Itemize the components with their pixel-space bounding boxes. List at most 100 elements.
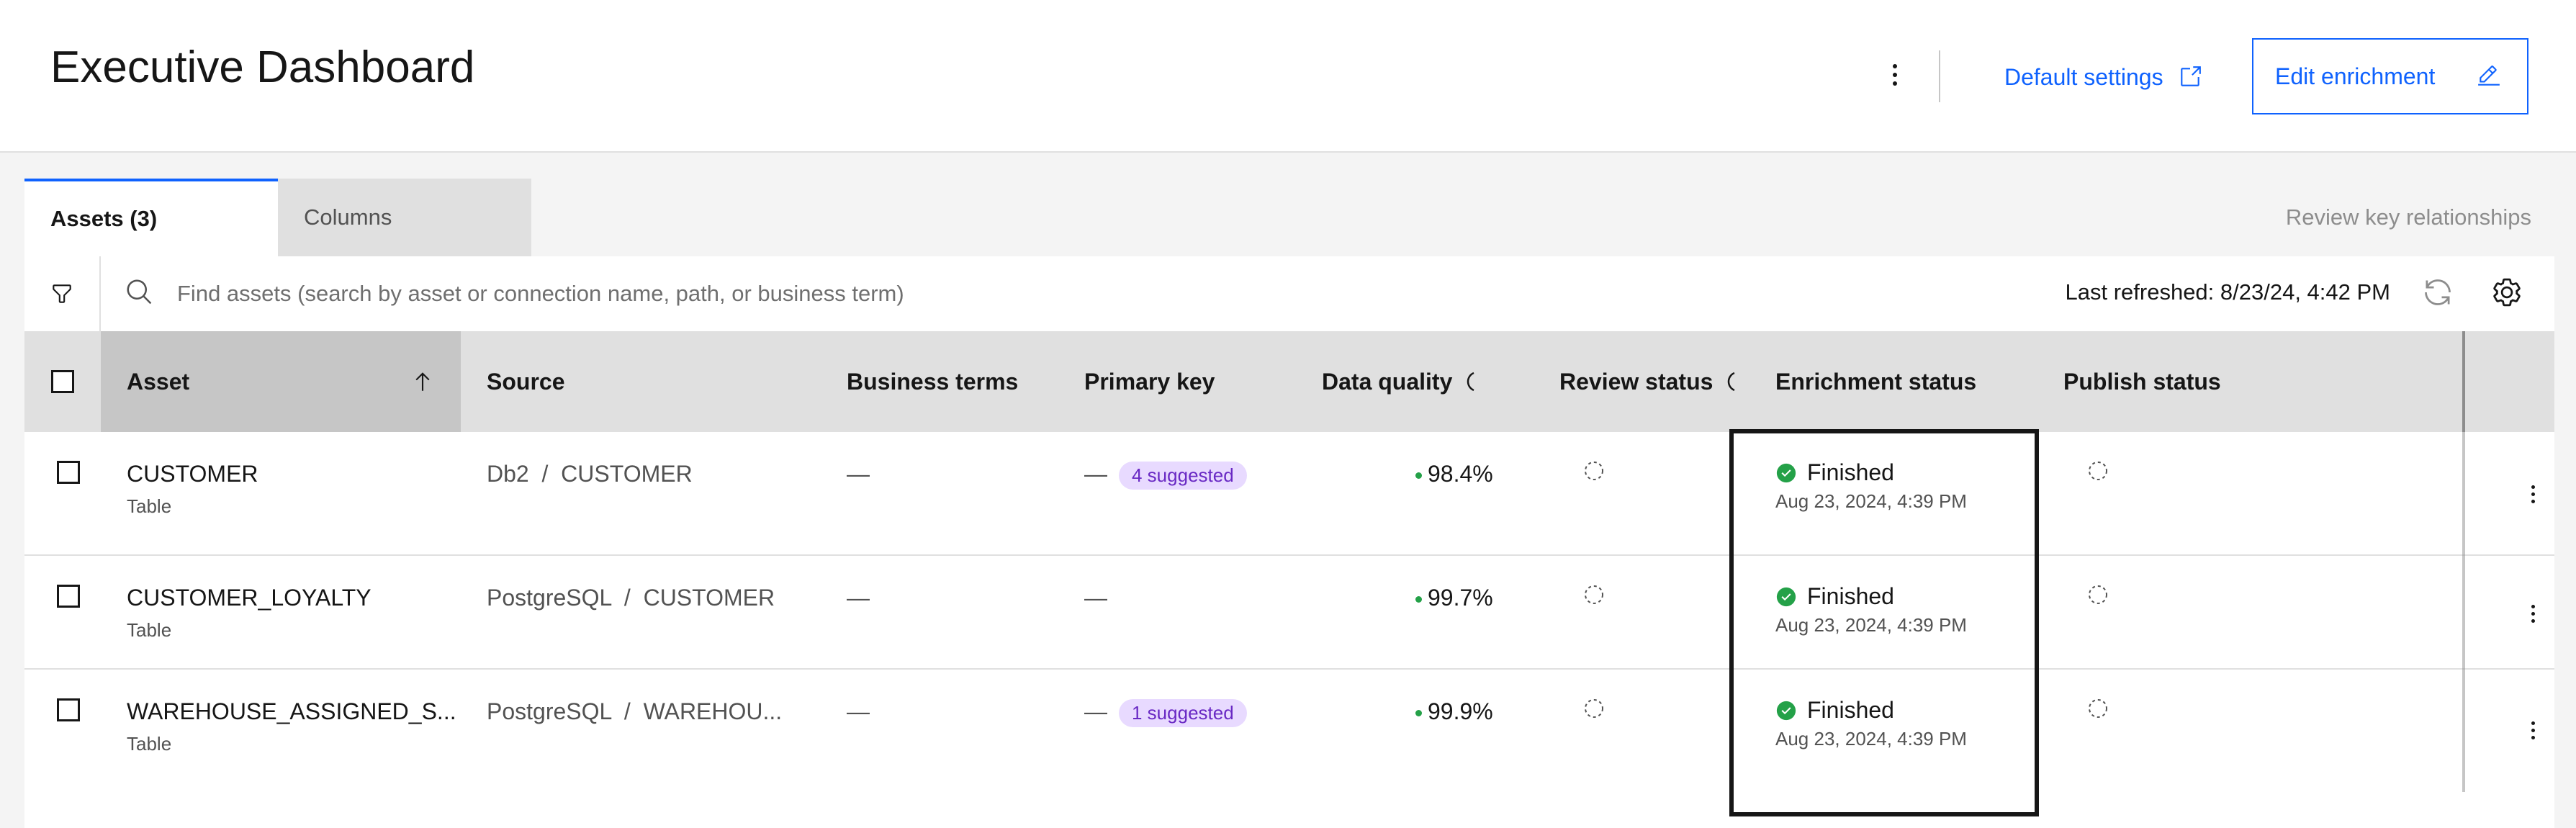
overflow-menu-icon (2531, 604, 2535, 608)
overflow-dot (2531, 611, 2535, 616)
asset-name[interactable]: WAREHOUSE_ASSIGNED_S... (127, 698, 456, 725)
table-settings-button[interactable] (2491, 276, 2523, 312)
data-quality-cell: 98.4% (1415, 461, 1493, 487)
enrichment-status-cell: Finished Aug 23, 2024, 4:39 PM (1775, 459, 1967, 513)
asset-source: PostgreSQL / WAREHOU... (487, 698, 783, 724)
enrichment-status-cell: Finished Aug 23, 2024, 4:39 PM (1775, 583, 1967, 636)
data-quality-value: 99.9% (1428, 698, 1493, 724)
asset-type: Table (127, 495, 172, 517)
enrichment-timestamp: Aug 23, 2024, 4:39 PM (1775, 728, 1967, 750)
edit-enrichment-label: Edit enrichment (2275, 63, 2436, 89)
column-header-review-status-label: Review status (1559, 368, 1713, 395)
quality-indicator-icon (1415, 710, 1422, 717)
settings-icon (2493, 278, 2521, 307)
page-title: Executive Dashboard (50, 42, 475, 92)
checkmark-filled-icon (1776, 463, 1796, 482)
search-input[interactable] (177, 271, 1545, 317)
overflow-dot (2531, 492, 2535, 496)
row-overflow-menu-button[interactable] (2526, 714, 2540, 746)
pending-dashed-circle-icon (1585, 585, 1603, 604)
data-quality-value: 99.7% (1428, 585, 1493, 611)
table-row[interactable]: CUSTOMER_LOYALTY Table PostgreSQL / CUST… (24, 556, 2554, 670)
data-quality-cell: 99.9% (1415, 698, 1493, 725)
enrichment-status-line: Finished (1775, 459, 1967, 486)
row-checkbox[interactable] (57, 585, 80, 608)
page-header: Executive Dashboard Default settings Edi… (0, 0, 2576, 153)
edit-icon (2478, 66, 2500, 86)
refresh-button[interactable] (2422, 276, 2454, 312)
table-row[interactable]: CUSTOMER Table Db2 / CUSTOMER — — 4 sugge… (24, 432, 2554, 556)
asset-type: Table (127, 619, 172, 641)
business-terms-value: — (847, 698, 870, 724)
edit-enrichment-button[interactable]: Edit enrichment (2252, 38, 2528, 114)
enrichment-status-line: Finished (1775, 697, 1967, 724)
enrichment-status-value: Finished (1807, 583, 1894, 609)
primary-key-value: — (1084, 698, 1107, 724)
data-quality-value: 98.4% (1428, 461, 1493, 487)
primary-key-cell: — 4 suggested (1084, 461, 1247, 490)
sticky-column-divider (2462, 670, 2465, 792)
tab-columns-label: Columns (304, 204, 392, 230)
header-divider (1939, 50, 1940, 102)
pending-dashed-circle-icon (2089, 585, 2107, 604)
overflow-menu-icon (2531, 485, 2535, 489)
data-quality-cell: 99.7% (1415, 585, 1493, 611)
header-overflow-menu-button[interactable] (1878, 52, 1912, 98)
asset-source: Db2 / CUSTOMER (487, 461, 693, 487)
checkmark-filled-icon (1776, 701, 1796, 720)
column-header-business-terms[interactable]: Business terms (847, 331, 1018, 432)
column-header-asset[interactable]: Asset (101, 331, 461, 432)
filter-button[interactable] (24, 256, 101, 331)
default-settings-link[interactable]: Default settings (2004, 60, 2202, 94)
primary-key-value: — (1084, 585, 1107, 611)
enrichment-status-cell: Finished Aug 23, 2024, 4:39 PM (1775, 697, 1967, 750)
table-toolbar: Last refreshed: 8/23/24, 4:42 PM (24, 256, 2554, 331)
quality-indicator-icon (1415, 472, 1422, 480)
column-header-data-quality[interactable]: Data quality (1322, 331, 1475, 432)
refresh-icon (2425, 279, 2451, 305)
enrichment-status-line: Finished (1775, 583, 1967, 610)
enrichment-status-value: Finished (1807, 697, 1894, 723)
pending-dashed-circle-icon (1585, 699, 1603, 718)
column-header-publish-status[interactable]: Publish status (2063, 331, 2221, 432)
asset-name[interactable]: CUSTOMER_LOYALTY (127, 585, 371, 611)
tab-assets[interactable]: Assets (3) (24, 179, 278, 256)
sticky-column-divider (2462, 331, 2465, 432)
checkmark-filled-icon (1776, 587, 1796, 606)
overflow-dot (2531, 735, 2535, 739)
info-truncated-icon (1467, 372, 1474, 392)
overflow-dot (2531, 618, 2535, 623)
primary-key-suggested-tag[interactable]: 4 suggested (1119, 462, 1247, 490)
asset-name[interactable]: CUSTOMER (127, 461, 258, 487)
tab-assets-label: Assets (3) (50, 206, 158, 231)
column-header-primary-key[interactable]: Primary key (1084, 331, 1215, 432)
primary-key-value: — (1084, 461, 1107, 487)
review-key-relationships-link[interactable]: Review key relationships (2286, 204, 2531, 230)
primary-key-cell: — 1 suggested (1084, 698, 1247, 728)
select-all-checkbox[interactable] (51, 370, 74, 393)
column-header-enrichment-status[interactable]: Enrichment status (1775, 331, 1976, 432)
overflow-dot (1893, 81, 1897, 86)
row-overflow-menu-button[interactable] (2526, 598, 2540, 629)
sticky-column-divider (2462, 556, 2465, 670)
last-refreshed-text: Last refreshed: 8/23/24, 4:42 PM (2065, 279, 2391, 305)
row-checkbox[interactable] (57, 461, 80, 484)
column-header-data-quality-label: Data quality (1322, 368, 1453, 395)
overflow-menu-icon (1893, 64, 1897, 68)
search-icon (127, 279, 152, 305)
table-row[interactable]: WAREHOUSE_ASSIGNED_S... Table PostgreSQL… (24, 670, 2554, 828)
column-header-review-status[interactable]: Review status (1559, 331, 1736, 432)
primary-key-suggested-tag[interactable]: 1 suggested (1119, 699, 1247, 728)
row-checkbox[interactable] (57, 698, 80, 721)
column-header-source[interactable]: Source (487, 331, 564, 432)
default-settings-label: Default settings (2004, 63, 2163, 90)
select-all-cell (24, 331, 101, 432)
launch-icon (2180, 66, 2201, 86)
business-terms-value: — (847, 585, 870, 611)
asset-type: Table (127, 733, 172, 755)
overflow-menu-icon (2531, 721, 2535, 725)
row-overflow-menu-button[interactable] (2526, 478, 2540, 510)
quality-indicator-icon (1415, 596, 1422, 603)
tab-columns[interactable]: Columns (278, 179, 531, 256)
enrichment-status-value: Finished (1807, 459, 1894, 485)
